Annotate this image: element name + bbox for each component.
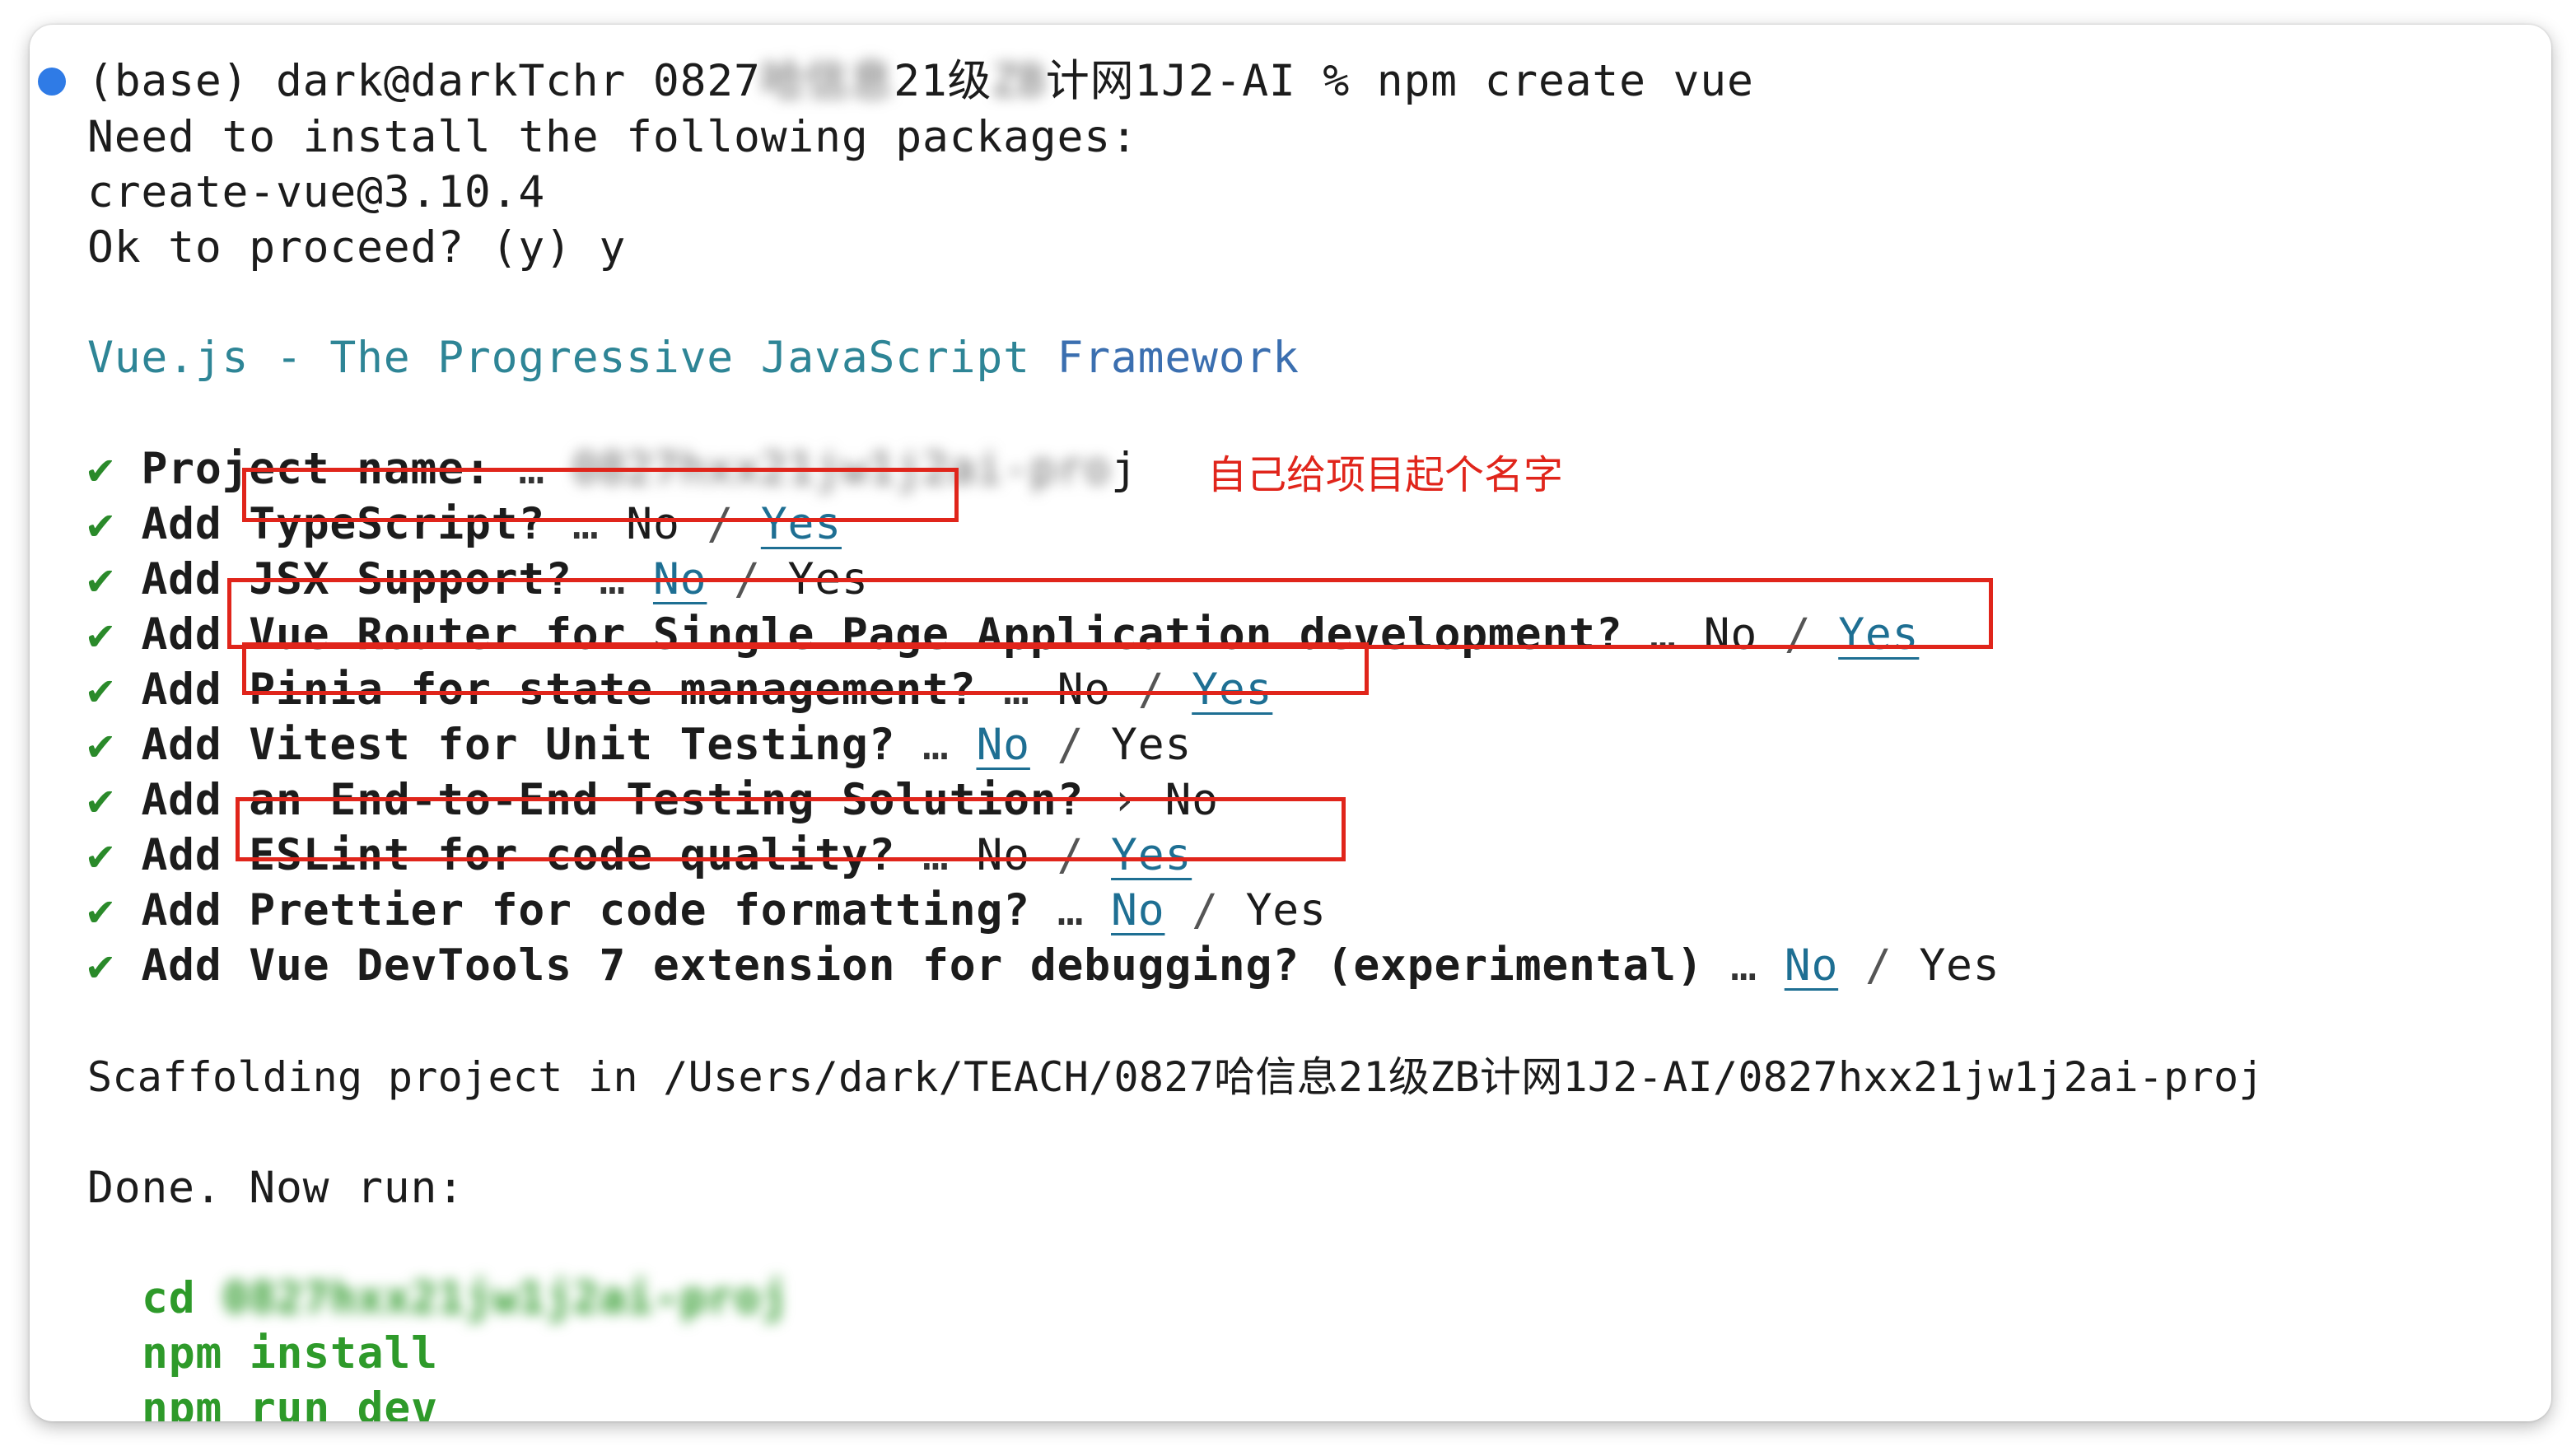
question-text: Prettier for code formatting? — [249, 885, 1030, 935]
separator: / — [1192, 885, 1219, 935]
check-icon: ✔ — [87, 940, 114, 991]
check-icon: ✔ — [87, 720, 114, 770]
command-npm-run-dev: npm run dev — [142, 1383, 438, 1421]
ellipsis: … — [922, 720, 950, 770]
highlight-box-eslint — [236, 797, 1346, 861]
banner-framework: Framework — [1057, 333, 1300, 383]
scaffolding-path: Scaffolding project in /Users/dark/TEACH… — [87, 1053, 2264, 1101]
highlight-box-pinia — [242, 642, 1369, 695]
check-icon: ✔ — [87, 665, 114, 715]
question-text: Vue DevTools 7 extension for debugging? … — [249, 940, 1704, 991]
check-icon: ✔ — [87, 830, 114, 880]
check-icon: ✔ — [87, 885, 114, 935]
option-yes: Yes — [1245, 885, 1327, 935]
command-npm-install: npm install — [142, 1328, 438, 1379]
cd-prefix: cd — [142, 1273, 223, 1323]
ellipsis: … — [1730, 940, 1758, 991]
prompt-prefix: (base) dark@darkTchr 0827 — [87, 56, 761, 106]
option-no-selected: No — [1111, 885, 1165, 935]
command-prompt-line: (base) dark@darkTchr 0827哈信息21级ZB计网1J2-A… — [87, 54, 1754, 109]
cd-target-blurred: 0827hxx21jw1j2ai-proj — [222, 1273, 789, 1323]
proceed-confirmation: Ok to proceed? (y) y — [87, 222, 627, 273]
install-notice: Need to install the following packages: — [87, 112, 1138, 162]
separator: / — [1864, 940, 1892, 991]
check-icon: ✔ — [87, 775, 114, 825]
project-name-tail: j — [1111, 444, 1138, 494]
question-add: Add — [141, 720, 222, 770]
prompt-command: 计网1J2-AI % npm create vue — [1045, 56, 1754, 106]
check-icon: ✔ — [87, 554, 114, 604]
option-no-selected: No — [976, 720, 1030, 770]
command-cd: cd 0827hxx21jw1j2ai-proj — [142, 1271, 788, 1326]
terminal-window: (base) dark@darkTchr 0827哈信息21级ZB计网1J2-A… — [30, 25, 2551, 1421]
ellipsis: … — [1057, 885, 1085, 935]
question-devtools: ✔ Add Vue DevTools 7 extension for debug… — [87, 939, 2000, 993]
project-name-annotation: 自己给项目起个名字 — [1207, 452, 1564, 498]
question-add: Add — [141, 885, 222, 935]
check-icon: ✔ — [87, 444, 114, 494]
option-yes: Yes — [1111, 720, 1192, 770]
question-add: Add — [141, 775, 222, 825]
check-icon: ✔ — [87, 609, 114, 660]
highlight-box-vue-router — [227, 578, 1993, 649]
separator: / — [1057, 720, 1085, 770]
question-add: Add — [141, 830, 222, 880]
question-add: Add — [141, 940, 222, 991]
highlight-box-typescript — [242, 468, 959, 522]
prompt-status-dot — [38, 68, 66, 96]
option-no-selected: No — [1784, 940, 1839, 991]
question-text: Vitest for Unit Testing? — [249, 720, 896, 770]
question-add: Add — [141, 554, 222, 604]
done-message: Done. Now run: — [87, 1163, 464, 1213]
option-yes: Yes — [1919, 940, 2000, 991]
package-name: create-vue@3.10.4 — [87, 167, 546, 217]
vue-banner: Vue.js - The Progressive JavaScript Fram… — [87, 331, 1300, 385]
prompt-blurred-text: 哈信息 — [760, 56, 894, 106]
banner-text: Vue.js - The Progressive JavaScript — [87, 333, 1057, 383]
prompt-mid: 21级 — [894, 56, 992, 106]
question-add: Add — [141, 665, 222, 715]
question-add: Add — [141, 499, 222, 549]
question-add: Add — [141, 609, 222, 660]
check-icon: ✔ — [87, 499, 114, 549]
question-prettier: ✔ Add Prettier for code formatting? … No… — [87, 884, 1327, 938]
prompt-blurred-text-2: ZB — [992, 56, 1046, 106]
question-vitest: ✔ Add Vitest for Unit Testing? … No / Ye… — [87, 718, 1192, 772]
